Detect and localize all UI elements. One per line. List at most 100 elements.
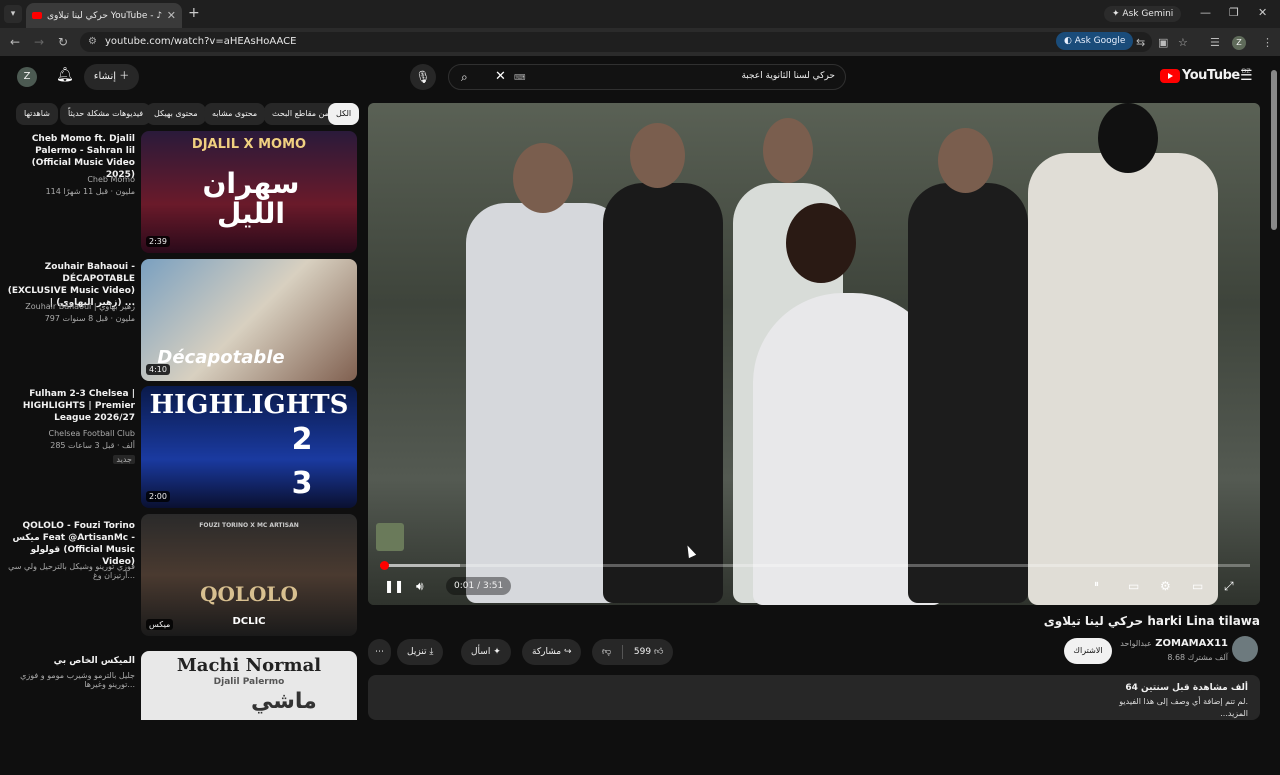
video-figure	[466, 203, 626, 603]
chip-all[interactable]: الكل	[328, 103, 360, 125]
share-button[interactable]: مشاركة ↪	[522, 639, 582, 665]
recommendation-item[interactable]: HIGHLIGHTS 2 3 2:00 Fulham 2-3 Chelsea |…	[0, 386, 360, 510]
subtitles-icon[interactable]: ▭	[1128, 579, 1139, 593]
recommendation-channel[interactable]: Cheb Momo	[5, 175, 135, 184]
recommendation-meta: 285 ألف · قبل 3 ساعات	[50, 441, 135, 450]
chip-structured[interactable]: محتوى بهيكل	[146, 103, 206, 125]
thumbnail-subtitle: Djalil Palermo	[213, 677, 285, 687]
close-window-icon[interactable]: ✕	[1258, 6, 1267, 19]
chip-recently-uploaded[interactable]: فيديوهات مشكلة حديثاً	[60, 103, 152, 125]
translate-icon[interactable]: ⇆	[1136, 36, 1145, 49]
search-input[interactable]: ⌕ ✕ ⌨ حركي لسنا الثانوية اعجبة	[448, 64, 846, 90]
thumbnail-title: Machi Normal	[176, 655, 322, 676]
channel-avatar[interactable]	[1232, 636, 1258, 662]
pause-icon[interactable]: ❚❚	[384, 579, 404, 593]
youtube-favicon-icon	[32, 12, 42, 19]
recommendation-channel[interactable]: Zouhair Bahaoui | زهير بهاوي	[5, 302, 135, 311]
account-avatar[interactable]: Z	[17, 67, 37, 87]
show-more-link[interactable]: ...المزيد	[1220, 709, 1248, 718]
settings-gear-icon[interactable]: ⚙	[1160, 579, 1171, 593]
create-button[interactable]: إنشاء ＋	[84, 64, 139, 90]
video-thumbnail[interactable]: HIGHLIGHTS 2 3	[141, 386, 357, 508]
download-button[interactable]: تنزيل ⤓	[397, 639, 444, 665]
thumbnail-arabic-text: ماشي	[251, 689, 317, 714]
video-figure	[1028, 153, 1218, 605]
tab-close-icon[interactable]: ✕	[167, 9, 176, 22]
youtube-logo[interactable]: YouTube DZ	[1160, 68, 1250, 83]
view-count-date: 64 ألف مشاهدة قبل سنتين	[1125, 683, 1248, 693]
url-field[interactable]: ⚙ youtube.com/watch?v=aHEAsHoAACE	[80, 32, 1152, 52]
search-icon[interactable]: ⌕	[461, 70, 468, 85]
download-label: تنزيل	[407, 647, 427, 657]
clear-search-icon[interactable]: ✕	[495, 69, 506, 84]
scrollbar-thumb[interactable]	[1271, 70, 1277, 230]
reload-icon[interactable]: ↻	[58, 35, 68, 49]
site-info-icon[interactable]: ⚙	[88, 32, 97, 52]
more-actions-button[interactable]: ⋯	[368, 639, 391, 665]
notifications-bell-icon[interactable]: 🔔︎	[56, 67, 74, 83]
subscribe-button[interactable]: الاشتراك	[1064, 638, 1112, 664]
channel-handle: ZOMAMAX11	[1155, 638, 1228, 649]
bookmark-star-icon[interactable]: ☆	[1178, 36, 1188, 49]
new-badge: جديد	[113, 455, 135, 464]
video-thumbnail[interactable]: Décapotable	[141, 259, 357, 381]
tab-search-button[interactable]: ▾	[4, 5, 22, 23]
ask-gemini-button[interactable]: ✦ Ask Gemini	[1104, 6, 1182, 22]
video-title: حركي لينا تيلاوى harki Lina tilawa	[1043, 614, 1260, 628]
ask-label: اسأل	[471, 647, 491, 657]
install-app-icon[interactable]: ▣	[1158, 36, 1168, 49]
browser-menu-icon[interactable]: ⋮	[1262, 36, 1273, 49]
recommendation-title: الميكس الخاص بي	[53, 656, 135, 666]
recommendation-item[interactable]: Machi Normal Djalil Palermo ماشي الميكس …	[0, 651, 360, 775]
volume-icon[interactable]: 🔊︎	[416, 579, 424, 594]
minimize-icon[interactable]: —	[1200, 6, 1211, 19]
channel-watermark[interactable]	[376, 523, 404, 551]
dislike-icon[interactable]: 👎︎	[602, 647, 611, 657]
browser-profile-avatar[interactable]: Z	[1232, 36, 1246, 50]
scrubber-handle[interactable]	[379, 561, 389, 570]
video-player[interactable]: ❚❚ 🔊︎ 0:01 / 3:51 ⏸ ▭ ⚙ ▭ ⤢	[368, 103, 1260, 605]
address-bar-row: ← → ↻ ⚙ youtube.com/watch?v=aHEAsHoAACE …	[0, 28, 1280, 56]
video-thumbnail[interactable]: DJALIL X MOMO سهران الليل	[141, 131, 357, 253]
subscriber-count: 8.68 آلف مشترك	[1167, 653, 1228, 662]
duration-badge: 4:10	[146, 364, 170, 375]
recommendation-channel[interactable]: فوزي تورينو وشيكل بالترحيل ولي سي أرتيزا…	[5, 562, 135, 580]
browser-tab-strip: ▾ حركي لينا تيلاوى YouTube - ♪ ✕ + ✦ Ask…	[0, 0, 1280, 28]
description-box[interactable]: 64 ألف مشاهدة قبل سنتين لم تتم إضافة أي …	[368, 675, 1260, 720]
channel-name[interactable]: عبدالواحد ZOMAMAX11	[1120, 638, 1228, 649]
sparkle-icon: ✦	[493, 647, 501, 657]
recommendation-item[interactable]: DJALIL X MOMO سهران الليل 2:39 Cheb Momo…	[0, 131, 360, 255]
voice-search-mic-icon[interactable]: 🎙︎	[410, 64, 436, 90]
chip-watched[interactable]: شاهدتها	[16, 103, 58, 125]
forward-icon[interactable]: →	[34, 35, 44, 49]
recommendation-item[interactable]: FOUZI TORINO X MC ARTISAN QOLOLO DCLIC م…	[0, 514, 360, 638]
theater-mode-icon[interactable]: ▭	[1192, 579, 1203, 593]
browser-tab[interactable]: حركي لينا تيلاوى YouTube - ♪ ✕	[26, 3, 182, 28]
ask-button[interactable]: اسأل ✦	[461, 639, 511, 665]
recommendation-channel[interactable]: جليل بالترمو وشيرب مومو و فوزي تورينو وغ…	[5, 671, 135, 689]
maximize-icon[interactable]: ❐	[1229, 6, 1239, 19]
url-text: youtube.com/watch?v=aHEAsHoAACE	[105, 36, 297, 47]
back-icon[interactable]: ←	[10, 35, 20, 49]
page-scrollbar[interactable]	[1270, 62, 1278, 720]
recommendation-channel[interactable]: Chelsea Football Club	[5, 429, 135, 438]
ask-gemini-label: Ask Gemini	[1122, 9, 1174, 19]
tab-groups-icon[interactable]: ☰	[1210, 36, 1220, 49]
keyboard-icon[interactable]: ⌨	[514, 73, 526, 82]
chip-similar[interactable]: محتوى مشابه	[204, 103, 266, 125]
like-count[interactable]: 599	[634, 647, 651, 657]
recommendation-item[interactable]: Décapotable 4:10 Zouhair Bahaoui - DÉCAP…	[0, 259, 360, 383]
autoplay-toggle-icon[interactable]: ⏸	[1094, 579, 1099, 590]
progress-bar[interactable]	[379, 561, 1250, 570]
fullscreen-icon[interactable]: ⤢	[1224, 579, 1234, 594]
guide-menu-icon[interactable]: ☰	[1240, 68, 1253, 84]
ask-google-button[interactable]: ◐ Ask Google	[1056, 32, 1134, 50]
mix-badge: ميكس	[146, 619, 174, 630]
video-thumbnail[interactable]: Machi Normal Djalil Palermo ماشي	[141, 651, 357, 720]
video-figure	[603, 183, 723, 603]
new-tab-button[interactable]: +	[188, 5, 200, 21]
youtube-logo-text: YouTube	[1182, 68, 1240, 83]
video-thumbnail[interactable]: FOUZI TORINO X MC ARTISAN QOLOLO DCLIC	[141, 514, 357, 636]
chip-from-search[interactable]: من مقاطع البحث	[264, 103, 337, 125]
like-icon[interactable]: 👍︎	[654, 647, 663, 657]
